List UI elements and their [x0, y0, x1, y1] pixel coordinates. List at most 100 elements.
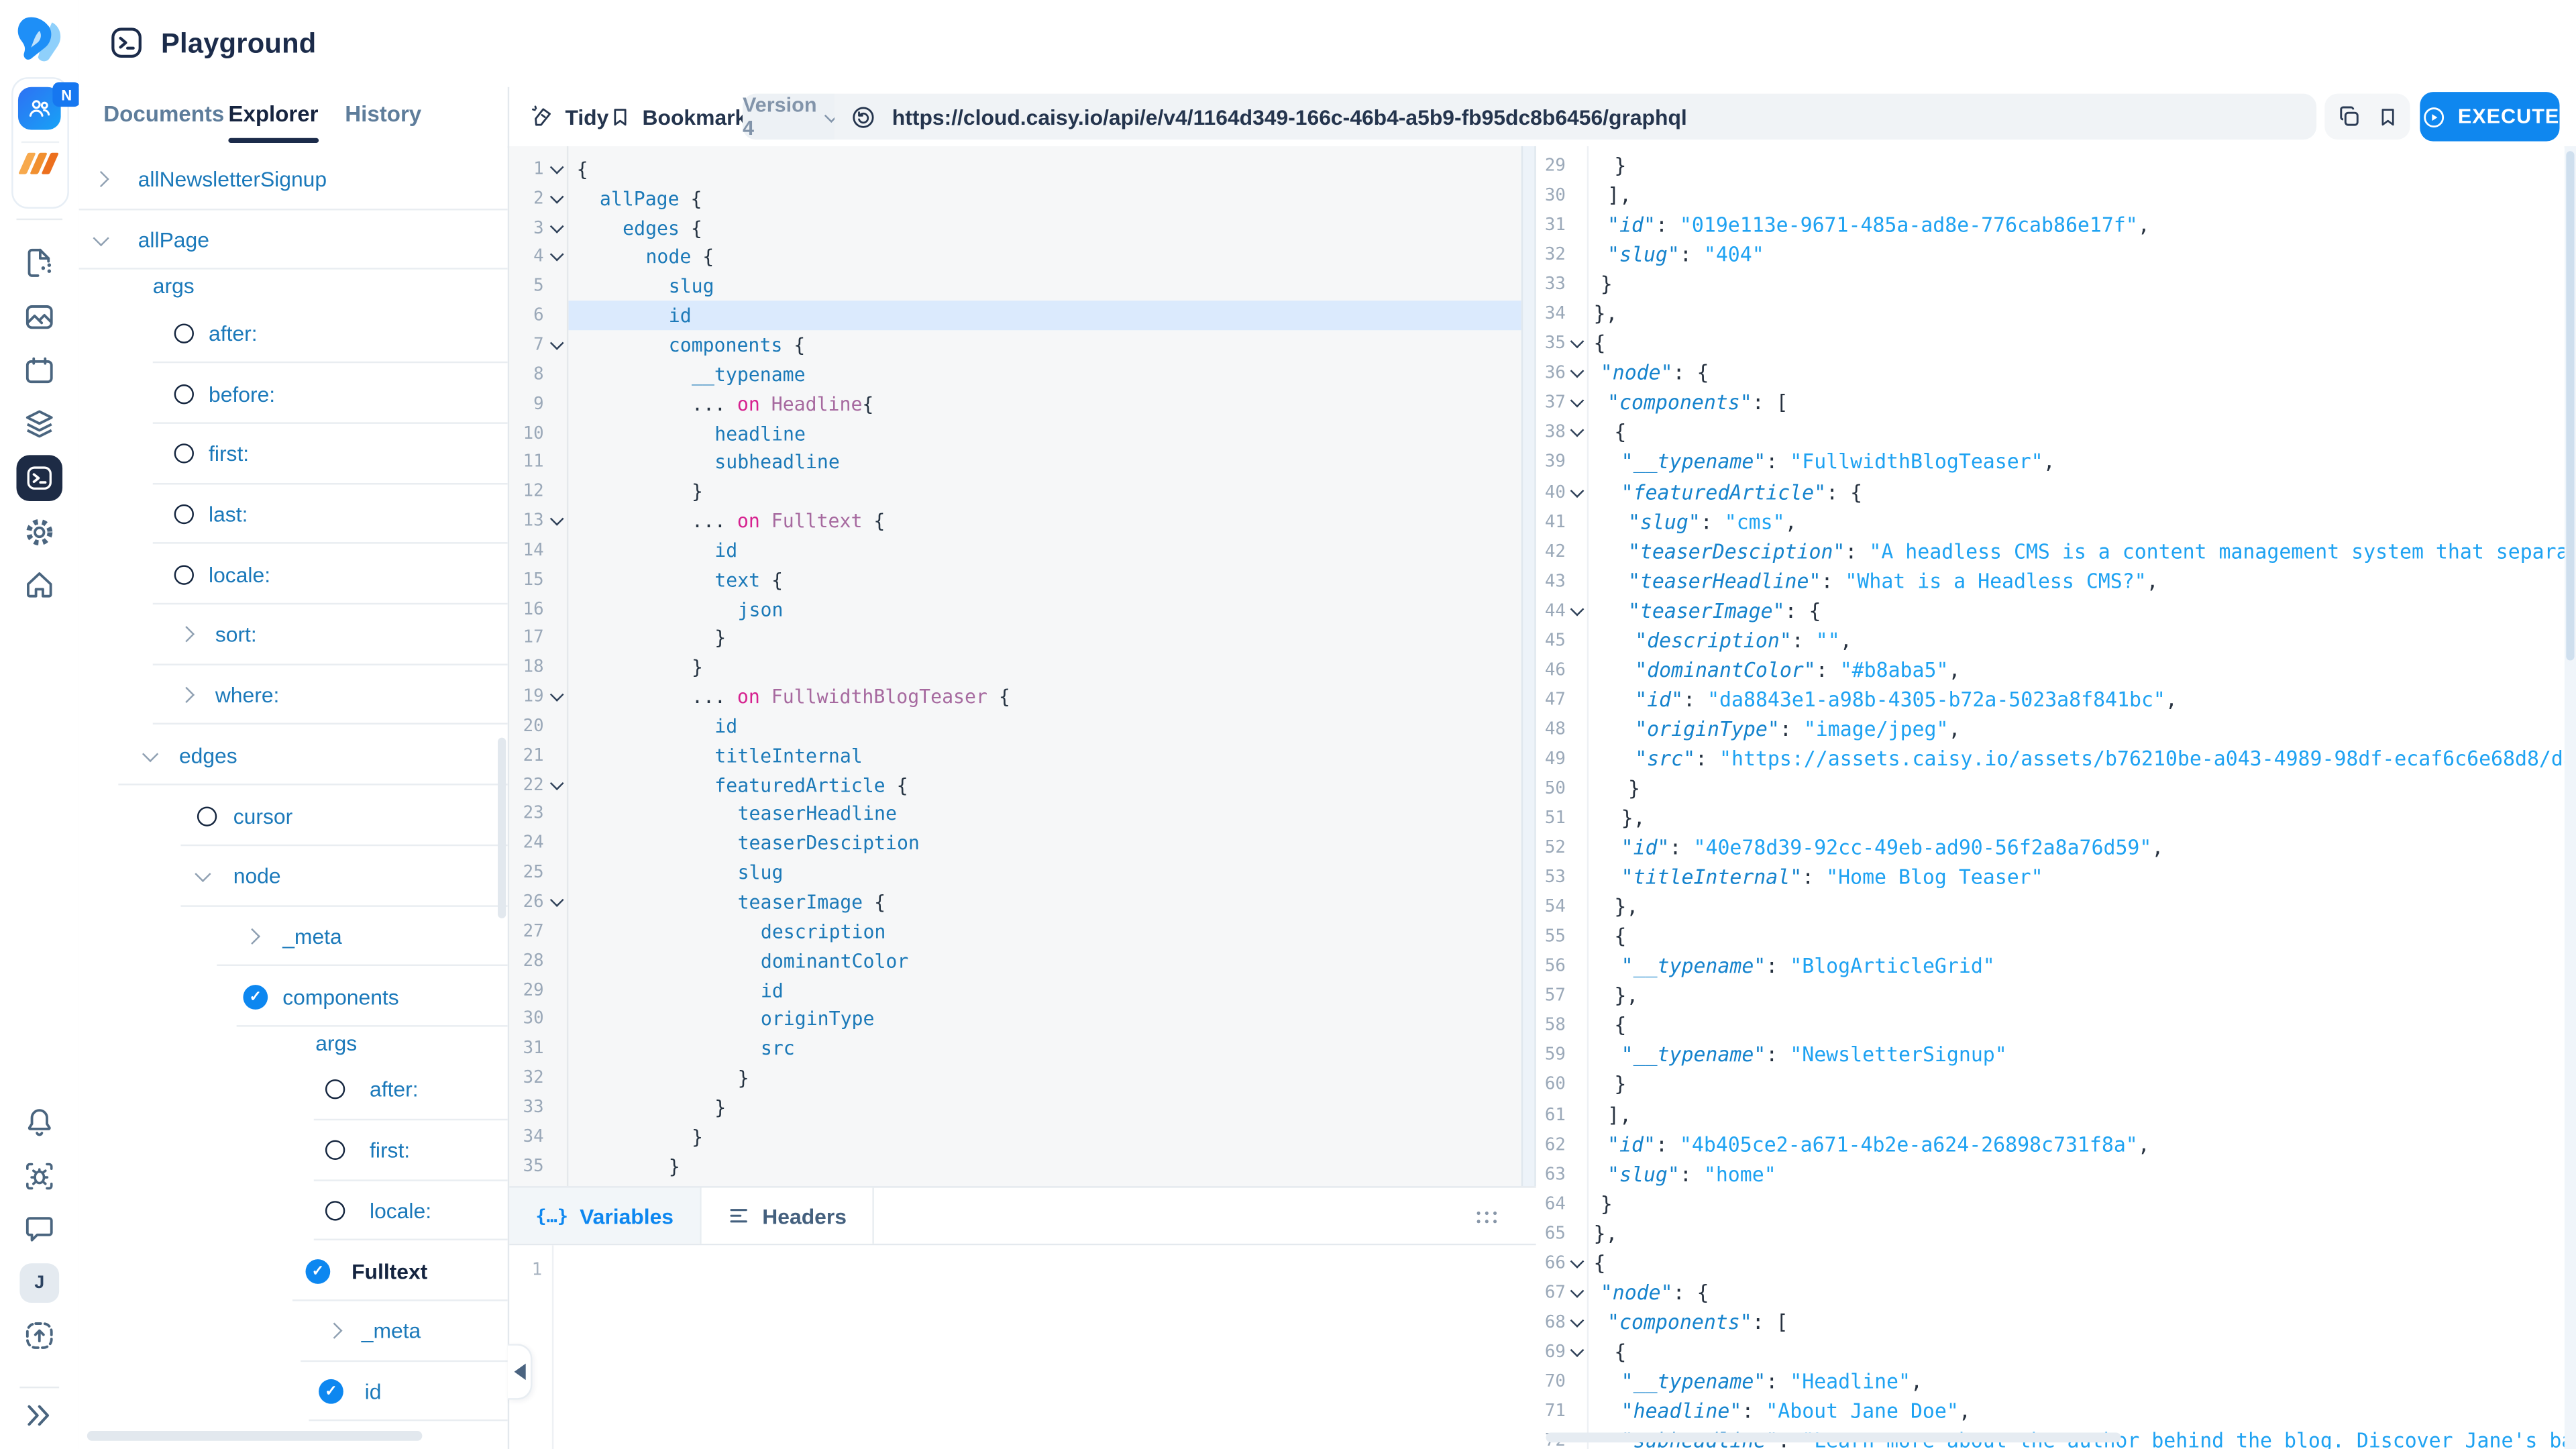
response-vertical-scrollbar[interactable]: [2566, 151, 2574, 660]
image-icon[interactable]: [21, 299, 58, 335]
terminal-playground-icon[interactable]: [16, 455, 62, 501]
editor-line-14[interactable]: 14id: [509, 535, 1521, 565]
user-avatar[interactable]: J: [19, 1263, 59, 1303]
execute-button[interactable]: EXECUTE: [2420, 92, 2559, 141]
tree-row-after[interactable]: after:: [79, 1060, 508, 1120]
fold-chevron-icon[interactable]: [550, 893, 564, 907]
editor-line-6[interactable]: 6id: [509, 301, 1521, 331]
editor-line-1[interactable]: 1{: [509, 154, 1521, 184]
tab-documents[interactable]: Documents: [103, 102, 224, 127]
notifications-bell-icon[interactable]: [21, 1104, 58, 1140]
chat-feedback-icon[interactable]: [21, 1211, 58, 1247]
editor-line-30[interactable]: 30originType: [509, 1004, 1521, 1034]
tree-row-fulltext[interactable]: ✓Fulltext: [79, 1241, 508, 1301]
editor-line-2[interactable]: 2allPage {: [509, 184, 1521, 213]
fold-chevron-icon[interactable]: [1570, 483, 1585, 497]
tree-row-allnewslettersignup[interactable]: allNewsletterSignup: [79, 150, 508, 210]
tree-row-before[interactable]: before:: [79, 364, 508, 424]
bookmarks-button[interactable]: Bookmarks: [608, 87, 759, 146]
fold-chevron-icon[interactable]: [1570, 424, 1585, 438]
tree-row-first[interactable]: first:: [79, 1120, 508, 1181]
caisy-logo-icon[interactable]: [11, 10, 67, 66]
editor-line-4[interactable]: 4node {: [509, 242, 1521, 272]
editor-line-29[interactable]: 29id: [509, 975, 1521, 1005]
document-schema-icon[interactable]: [21, 245, 58, 281]
layers-icon[interactable]: [21, 406, 58, 442]
editor-line-34[interactable]: 34}: [509, 1122, 1521, 1151]
fold-chevron-icon[interactable]: [1570, 335, 1585, 349]
tab-variables[interactable]: {…} Variables: [509, 1188, 701, 1244]
bookmark-save-icon[interactable]: [2375, 105, 2400, 129]
editor-line-11[interactable]: 11subheadline: [509, 447, 1521, 477]
tree-row-id[interactable]: ✓id: [79, 1361, 508, 1421]
editor-line-32[interactable]: 32}: [509, 1063, 1521, 1093]
tree-row-meta[interactable]: _meta: [79, 1301, 508, 1361]
fold-chevron-icon[interactable]: [1570, 1284, 1585, 1298]
editor-line-21[interactable]: 21titleInternal: [509, 741, 1521, 770]
editor-line-18[interactable]: 18}: [509, 653, 1521, 682]
tab-headers[interactable]: Headers: [702, 1188, 875, 1244]
tree-row-locale[interactable]: locale:: [79, 1181, 508, 1241]
tree-row-components[interactable]: ✓components: [79, 967, 508, 1027]
share-export-icon[interactable]: [21, 1318, 58, 1354]
fold-chevron-icon[interactable]: [1570, 1254, 1585, 1268]
editor-line-9[interactable]: 9... on Headline{: [509, 389, 1521, 419]
tree-row-node[interactable]: node: [79, 846, 508, 906]
editor-line-7[interactable]: 7components {: [509, 330, 1521, 360]
fold-chevron-icon[interactable]: [1570, 364, 1585, 378]
editor-line-16[interactable]: 16json: [509, 594, 1521, 624]
tree-row-args[interactable]: args: [79, 1027, 508, 1060]
editor-line-26[interactable]: 26teaserImage {: [509, 888, 1521, 917]
editor-line-22[interactable]: 22featuredArticle {: [509, 770, 1521, 800]
drag-handle-icon[interactable]: [1474, 1209, 1500, 1225]
fold-chevron-icon[interactable]: [1570, 1343, 1585, 1357]
workspace-users-icon[interactable]: N: [18, 87, 61, 130]
editor-line-10[interactable]: 10headline: [509, 418, 1521, 447]
tab-explorer[interactable]: Explorer: [228, 102, 318, 127]
tree-row-allpage[interactable]: allPage: [79, 210, 508, 270]
tree-row-meta[interactable]: _meta: [79, 906, 508, 967]
fold-chevron-icon[interactable]: [550, 248, 564, 262]
editor-line-24[interactable]: 24teaserDesciption: [509, 828, 1521, 858]
tree-row-cursor[interactable]: cursor: [79, 786, 508, 846]
brand-stripes-icon[interactable]: [23, 153, 59, 174]
editor-line-20[interactable]: 20id: [509, 711, 1521, 741]
bug-report-icon[interactable]: [21, 1159, 58, 1195]
fold-chevron-icon[interactable]: [1570, 1313, 1585, 1328]
tab-history[interactable]: History: [345, 102, 421, 127]
editor-line-8[interactable]: 8__typename: [509, 360, 1521, 389]
copy-icon[interactable]: [2335, 103, 2361, 129]
fold-chevron-icon[interactable]: [1570, 394, 1585, 409]
editor-vertical-scrollbar[interactable]: [1521, 146, 1536, 1186]
editor-line-31[interactable]: 31src: [509, 1034, 1521, 1063]
editor-line-12[interactable]: 12}: [509, 477, 1521, 506]
editor-line-3[interactable]: 3edges {: [509, 213, 1521, 243]
tree-row-after[interactable]: after:: [79, 303, 508, 364]
version-select[interactable]: Version 4: [743, 94, 835, 140]
endpoint-url-bar[interactable]: https://cloud.caisy.io/api/e/v4/1164d349…: [835, 94, 2316, 140]
editor-line-19[interactable]: 19... on FullwidthBlogTeaser {: [509, 682, 1521, 712]
fold-chevron-icon[interactable]: [550, 160, 564, 174]
fold-chevron-icon[interactable]: [550, 688, 564, 702]
editor-line-33[interactable]: 33}: [509, 1093, 1521, 1122]
workspace-card[interactable]: N: [11, 77, 69, 209]
fold-chevron-icon[interactable]: [550, 189, 564, 203]
variables-editor[interactable]: 1: [509, 1245, 1536, 1449]
editor-line-27[interactable]: 27description: [509, 916, 1521, 946]
editor-line-5[interactable]: 5slug: [509, 272, 1521, 301]
editor-line-28[interactable]: 28dominantColor: [509, 946, 1521, 975]
editor-line-17[interactable]: 17}: [509, 623, 1521, 653]
editor-line-35[interactable]: 35}: [509, 1151, 1521, 1181]
settings-gear-icon[interactable]: [21, 515, 58, 551]
home-icon[interactable]: [21, 567, 58, 603]
tree-row-sort[interactable]: sort:: [79, 604, 508, 665]
tree-row-locale[interactable]: locale:: [79, 544, 508, 604]
tree-row-edges[interactable]: edges: [79, 725, 508, 786]
editor-line-13[interactable]: 13... on Fulltext {: [509, 506, 1521, 536]
editor-line-25[interactable]: 25slug: [509, 858, 1521, 888]
tree-row-last[interactable]: last:: [79, 484, 508, 544]
tree-row-first[interactable]: first:: [79, 424, 508, 484]
editor-line-15[interactable]: 15text {: [509, 565, 1521, 594]
tree-vertical-scrollbar[interactable]: [498, 738, 506, 918]
calendar-icon[interactable]: [21, 354, 58, 390]
